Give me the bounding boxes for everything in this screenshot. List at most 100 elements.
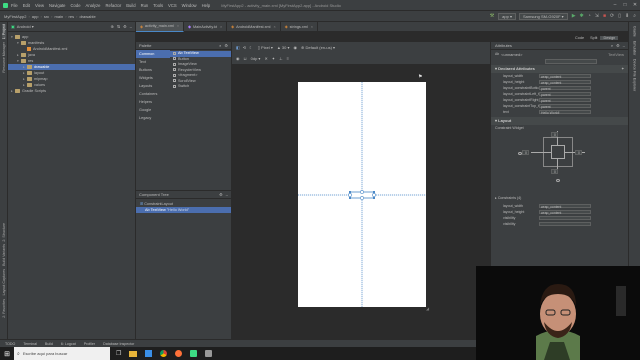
attribute-value-field[interactable]: wrap_content: [539, 79, 591, 85]
margin-left-field[interactable]: 0: [522, 150, 529, 155]
gear-icon[interactable]: ⚙: [616, 43, 620, 48]
bias-handle-icon[interactable]: [518, 152, 522, 155]
palette-category[interactable]: Helpers: [136, 98, 170, 106]
tool-tab-structure[interactable]: 2: Structure: [2, 223, 6, 242]
menu-help[interactable]: Help: [202, 3, 211, 8]
margin-right-field[interactable]: 0: [575, 150, 582, 155]
attribute-value-field[interactable]: [539, 221, 591, 227]
add-attribute-icon[interactable]: +: [622, 65, 624, 73]
store-icon[interactable]: [145, 350, 153, 357]
tool-tab-device-file-explorer[interactable]: Device File Explorer: [633, 59, 637, 91]
margin-dropdown[interactable]: 0dp ▾: [251, 56, 261, 61]
minimize-icon[interactable]: –: [610, 2, 620, 8]
breadcrumb-item[interactable]: src: [44, 14, 49, 19]
task-view-icon[interactable]: ❐: [116, 350, 121, 357]
warning-icon[interactable]: ⚑: [418, 74, 422, 80]
attach-debugger-icon[interactable]: ⇲: [595, 13, 599, 19]
search-icon[interactable]: ⌕: [633, 13, 636, 19]
breadcrumb-item[interactable]: main: [55, 14, 64, 19]
palette-category[interactable]: Text: [136, 58, 170, 66]
menu-analyze[interactable]: Analyze: [86, 3, 101, 8]
attribute-value-field[interactable]: parent: [539, 103, 591, 109]
search-icon[interactable]: ⌕: [611, 43, 613, 48]
widget-id[interactable]: <unnamed>: [501, 52, 522, 57]
file-explorer-icon[interactable]: [129, 350, 138, 357]
sync-icon[interactable]: ⟳: [610, 13, 614, 19]
palette-category[interactable]: Layouts: [136, 82, 170, 90]
firefox-icon[interactable]: [175, 350, 183, 357]
close-tab-icon[interactable]: ×: [220, 25, 222, 29]
theme-icon[interactable]: ◉: [294, 45, 298, 50]
tool-tab-logcat[interactable]: 6: Logcat: [61, 342, 76, 346]
hide-icon[interactable]: –: [130, 24, 132, 29]
design-surface-icon[interactable]: ◧: [236, 45, 240, 50]
tab-activity-main[interactable]: ◈ activity_main.xml ×: [136, 21, 185, 32]
palette-category[interactable]: Buttons: [136, 66, 170, 74]
night-mode-icon[interactable]: ☾: [249, 45, 253, 50]
tool-tab-resource-manager[interactable]: Resource Manager: [2, 42, 6, 73]
infer-constraints-icon[interactable]: ✦: [272, 56, 275, 61]
bias-handle-icon[interactable]: [556, 179, 560, 182]
breadcrumb-item[interactable]: MyFirstApp2: [4, 14, 26, 19]
menu-code[interactable]: Code: [71, 3, 81, 8]
tool-tab-gradle[interactable]: Gradle: [633, 26, 637, 37]
hide-icon[interactable]: –: [226, 192, 228, 197]
constraints-row[interactable]: ▸ Constraints (4): [491, 195, 628, 201]
id-input[interactable]: [545, 59, 597, 64]
palette-item[interactable]: Switch: [170, 84, 231, 90]
gear-icon[interactable]: ⚙: [224, 43, 228, 48]
menu-navigate[interactable]: Navigate: [49, 3, 66, 8]
project-view-dropdown[interactable]: Android ▾: [17, 24, 34, 29]
margin-bottom-field[interactable]: 0: [551, 169, 558, 174]
tree-item[interactable]: ▸ Gradle Scripts: [8, 88, 135, 94]
close-icon[interactable]: ✕: [630, 2, 640, 8]
hide-icon[interactable]: –: [623, 43, 625, 48]
tool-tab-emulator[interactable]: Emulator: [633, 41, 637, 55]
device-preview[interactable]: [298, 82, 426, 307]
tool-tab-database-inspector[interactable]: Database Inspector: [103, 342, 134, 346]
attribute-value-field[interactable]: parent: [539, 97, 591, 103]
gear-icon[interactable]: ⚙: [123, 24, 127, 29]
profile-icon[interactable]: ◔: [588, 13, 591, 19]
menu-refactor[interactable]: Refactor: [105, 3, 121, 8]
android-studio-icon[interactable]: [190, 350, 198, 357]
windows-start-icon[interactable]: ⊞: [0, 350, 14, 358]
menu-window[interactable]: Window: [182, 3, 197, 8]
app-icon[interactable]: [205, 350, 213, 357]
chrome-icon[interactable]: [160, 350, 168, 357]
run-icon[interactable]: ▶: [572, 13, 576, 19]
tab-strings[interactable]: ◈ strings.xml ×: [281, 21, 319, 32]
menu-view[interactable]: View: [35, 3, 44, 8]
resize-corner-icon[interactable]: ◢: [426, 306, 429, 311]
tool-tab-profiler[interactable]: Profiler: [84, 342, 95, 346]
avd-manager-icon[interactable]: ▯: [618, 13, 621, 19]
close-tab-icon[interactable]: ×: [311, 25, 313, 29]
tab-android-manifest[interactable]: ◈ AndroidManifest.xml ×: [227, 21, 281, 32]
device-dropdown[interactable]: Samsung SM-G920F ▾: [518, 12, 568, 20]
taskbar-search[interactable]: ⌕ Escribe aquí para buscar: [14, 347, 110, 360]
palette-category[interactable]: Widgets: [136, 74, 170, 82]
attribute-value-field[interactable]: parent: [539, 85, 591, 91]
guidelines-icon[interactable]: ⊥: [279, 56, 282, 61]
split-view-button[interactable]: Split: [587, 36, 600, 40]
palette-category[interactable]: Legacy: [136, 114, 170, 122]
attribute-value-field[interactable]: wrap_content: [539, 203, 591, 209]
hammer-icon[interactable]: ⚒: [490, 13, 494, 19]
palette-category[interactable]: Google: [136, 106, 170, 114]
menu-build[interactable]: Build: [126, 3, 135, 8]
menu-file[interactable]: File: [11, 3, 18, 8]
eye-icon[interactable]: ◉: [236, 56, 240, 61]
gear-icon[interactable]: ⚙: [219, 192, 223, 197]
search-icon[interactable]: ⌕: [219, 43, 221, 48]
tab-main-activity[interactable]: ◆ MainActivity.kt ×: [184, 21, 228, 32]
attribute-value-field[interactable]: Hello World!: [539, 109, 591, 115]
menu-tools[interactable]: Tools: [153, 3, 163, 8]
locate-icon[interactable]: ⊕: [110, 24, 113, 29]
tool-tab-build-variants[interactable]: Build Variants: [2, 244, 6, 266]
collapse-icon[interactable]: ⇅: [117, 24, 120, 29]
run-config-dropdown[interactable]: app ▾: [498, 12, 516, 20]
maximize-icon[interactable]: □: [620, 2, 630, 8]
tree-node-textview[interactable]: Ab TextView "Hello World": [136, 207, 231, 213]
tool-tab-project[interactable]: 1: Project: [1, 24, 6, 40]
api-dropdown[interactable]: ▲ 30 ▾: [277, 45, 290, 50]
